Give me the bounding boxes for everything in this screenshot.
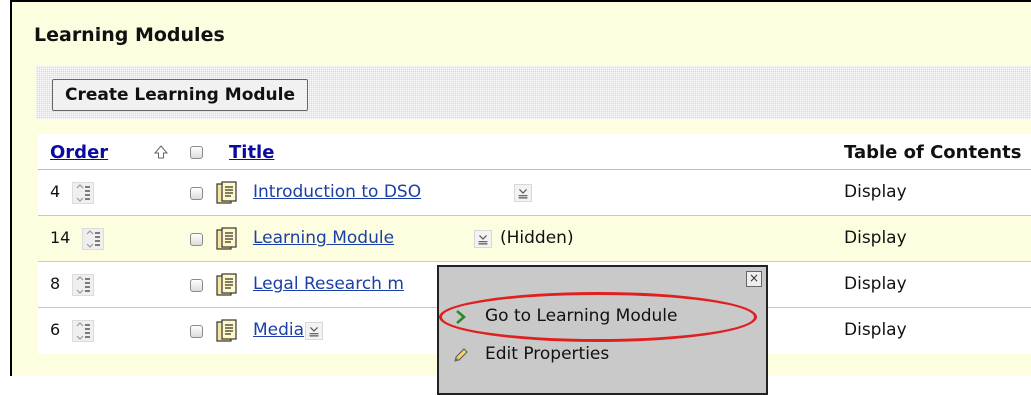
menu-item-label: Go to Learning Module	[485, 306, 678, 326]
reorder-icon[interactable]	[72, 182, 94, 204]
row-checkbox[interactable]	[190, 187, 203, 200]
hidden-status: (Hidden)	[500, 228, 574, 248]
title-column-header[interactable]: Title	[229, 142, 274, 163]
module-title-link[interactable]: Introduction to DSO	[253, 182, 421, 202]
toc-column-header: Table of Contents	[844, 142, 1022, 163]
table-row: 14 Learning Module (Hidden) Display	[38, 216, 1031, 262]
document-icon	[216, 227, 237, 250]
module-title-link[interactable]: Legal Research m	[253, 274, 404, 294]
toc-value: Display	[844, 228, 907, 248]
table-row: 4 Introduction to DSO Display	[38, 170, 1031, 216]
document-icon	[216, 273, 237, 296]
item-menu-icon[interactable]	[305, 322, 323, 340]
chevron-right-icon	[456, 310, 466, 324]
close-icon[interactable]: ×	[746, 271, 762, 287]
module-title-link[interactable]: Learning Module	[253, 228, 394, 248]
row-checkbox[interactable]	[190, 279, 203, 292]
order-number: 8	[50, 274, 61, 293]
order-number: 6	[50, 320, 61, 339]
row-checkbox[interactable]	[190, 233, 203, 246]
menu-item-label: Edit Properties	[485, 344, 610, 364]
toc-value: Display	[844, 182, 907, 202]
reorder-icon[interactable]	[72, 274, 94, 296]
row-checkbox[interactable]	[190, 325, 203, 338]
item-menu-icon[interactable]	[474, 230, 492, 248]
create-learning-module-button[interactable]: Create Learning Module	[52, 79, 308, 111]
reorder-icon[interactable]	[82, 228, 104, 250]
table-header: Order Title Table of Contents	[38, 134, 1031, 170]
document-icon	[216, 181, 237, 204]
pencil-icon	[454, 348, 468, 362]
order-number: 4	[50, 182, 61, 201]
order-column-header[interactable]: Order	[50, 142, 108, 163]
action-bar: Create Learning Module	[36, 66, 1031, 119]
page-title: Learning Modules	[34, 24, 225, 46]
reorder-icon[interactable]	[72, 320, 94, 342]
toc-value: Display	[844, 274, 907, 294]
order-number: 14	[50, 228, 71, 247]
toc-value: Display	[844, 320, 907, 340]
select-all-checkbox[interactable]	[190, 146, 203, 159]
module-title-link[interactable]: Media	[253, 320, 304, 340]
item-menu-icon[interactable]	[514, 184, 532, 202]
document-icon	[216, 319, 237, 342]
sort-ascending-icon[interactable]	[154, 145, 168, 159]
